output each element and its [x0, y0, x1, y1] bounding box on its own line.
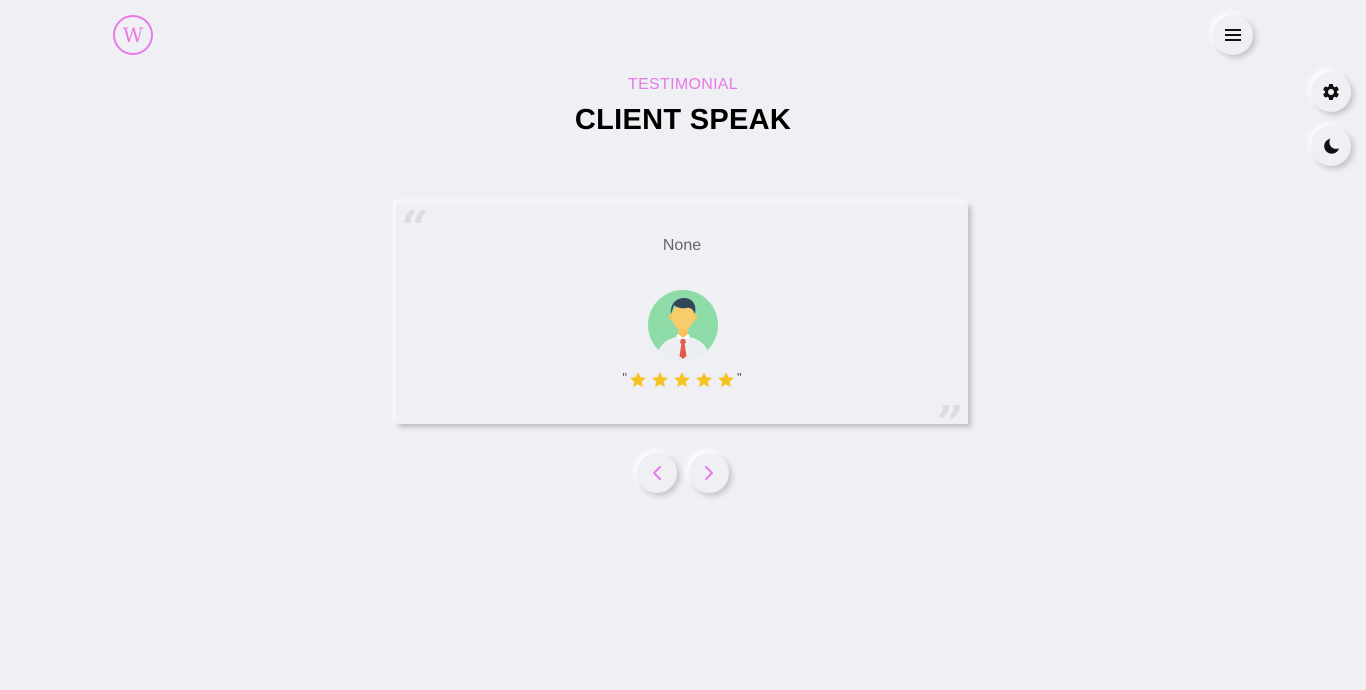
star-icon [696, 372, 712, 388]
rating-close-mark: " [737, 369, 742, 385]
star-icon [630, 372, 646, 388]
testimonial-text: None [662, 237, 702, 254]
hamburger-menu-icon [1225, 29, 1241, 41]
section-title: CLIENT SPEAK [574, 104, 792, 136]
next-testimonial-button[interactable] [689, 453, 729, 493]
section-subtitle: TESTIMONIAL [628, 76, 738, 93]
star-rating: " " [396, 370, 968, 390]
logo-letter: W [122, 22, 144, 47]
close-quote-icon: ” [936, 396, 964, 452]
site-logo[interactable]: W [113, 15, 153, 55]
star-icon [652, 372, 668, 388]
chevron-right-icon [705, 466, 713, 480]
star-icon [718, 372, 734, 388]
previous-testimonial-button[interactable] [637, 453, 677, 493]
moon-icon [1324, 138, 1340, 154]
testimonial-card: “ None " " ” [396, 203, 968, 448]
menu-button[interactable] [1213, 15, 1253, 55]
client-avatar [648, 290, 718, 360]
rating-open-mark: " [622, 369, 627, 385]
star-icon [674, 372, 690, 388]
chevron-left-icon [653, 466, 661, 480]
